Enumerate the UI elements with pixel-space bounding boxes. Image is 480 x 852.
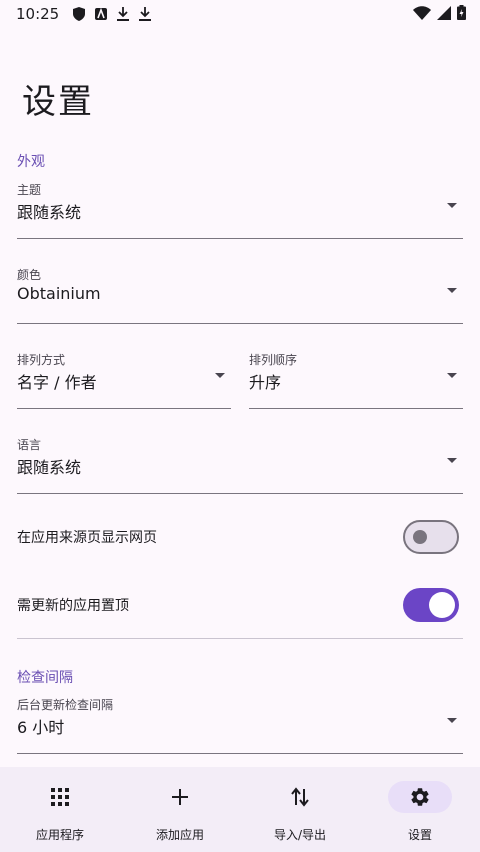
shield-icon: [73, 7, 86, 21]
show-webpage-label: 在应用来源页显示网页: [17, 530, 157, 546]
page-title: 设置: [22, 82, 94, 122]
language-label: 语言: [17, 438, 42, 452]
nav-label-import-export: 导入/导出: [273, 828, 327, 842]
signal-icon: [437, 5, 451, 20]
show-webpage-row: 在应用来源页显示网页: [17, 517, 463, 557]
theme-dropdown[interactable]: 主题 跟随系统: [17, 181, 463, 239]
import-export-icon: [268, 781, 332, 813]
dropdown-arrow-icon: [447, 203, 457, 208]
nav-item-apps[interactable]: 应用程序: [0, 767, 120, 852]
color-value: Obtainium: [17, 284, 101, 303]
show-webpage-toggle[interactable]: [403, 520, 459, 554]
sort-by-label: 排列方式: [17, 353, 66, 367]
dropdown-arrow-icon: [447, 718, 457, 723]
bg-interval-dropdown[interactable]: 后台更新检查间隔 6 小时: [17, 696, 463, 754]
download-icon: [139, 7, 152, 21]
nav-item-add-app[interactable]: 添加应用: [120, 767, 240, 852]
nav-label-apps: 应用程序: [35, 828, 84, 842]
sort-by-dropdown[interactable]: 排列方式 名字 / 作者: [17, 351, 231, 409]
status-bar: 10:25: [0, 0, 480, 28]
nav-label-add-app: 添加应用: [155, 828, 204, 842]
color-label: 颜色: [17, 268, 42, 282]
dropdown-arrow-icon: [215, 373, 225, 378]
section-divider: [17, 638, 463, 639]
dropdown-arrow-icon: [447, 288, 457, 293]
nav-label-settings: 设置: [407, 828, 432, 842]
language-dropdown[interactable]: 语言 跟随系统: [17, 436, 463, 494]
bg-interval-value: 6 小时: [17, 718, 65, 737]
dropdown-arrow-icon: [447, 373, 457, 378]
theme-value: 跟随系统: [17, 203, 82, 222]
section-header-appearance: 外观: [17, 154, 45, 170]
plus-icon: [148, 781, 212, 813]
language-value: 跟随系统: [17, 458, 82, 477]
color-dropdown[interactable]: 颜色 Obtainium: [17, 266, 463, 324]
nav-item-settings[interactable]: 设置: [360, 767, 480, 852]
theme-label: 主题: [17, 183, 42, 197]
apps-grid-icon: [28, 781, 92, 813]
section-header-check-interval: 检查间隔: [17, 670, 73, 686]
status-notification-icons: [73, 7, 152, 21]
sort-order-label: 排列顺序: [249, 353, 298, 367]
status-system-icons: [413, 5, 466, 20]
pin-updates-label: 需更新的应用置顶: [17, 598, 129, 614]
pin-updates-row: 需更新的应用置顶: [17, 585, 463, 625]
pin-updates-toggle[interactable]: [403, 588, 459, 622]
sort-by-value: 名字 / 作者: [17, 373, 97, 392]
toggle-knob: [429, 592, 455, 618]
nav-item-import-export[interactable]: 导入/导出: [240, 767, 360, 852]
battery-icon: [457, 5, 466, 20]
sort-order-value: 升序: [249, 373, 282, 392]
bottom-navigation: 应用程序 添加应用 导入/导出 设置: [0, 767, 480, 852]
sort-order-dropdown[interactable]: 排列顺序 升序: [249, 351, 463, 409]
app-badge-icon: [95, 8, 108, 20]
dropdown-arrow-icon: [447, 458, 457, 463]
toggle-knob: [413, 530, 427, 544]
download-icon: [117, 7, 130, 21]
bg-interval-label: 后台更新检查间隔: [17, 698, 114, 712]
status-time: 10:25: [16, 5, 60, 23]
wifi-icon: [413, 5, 431, 20]
gear-icon: [388, 781, 452, 813]
